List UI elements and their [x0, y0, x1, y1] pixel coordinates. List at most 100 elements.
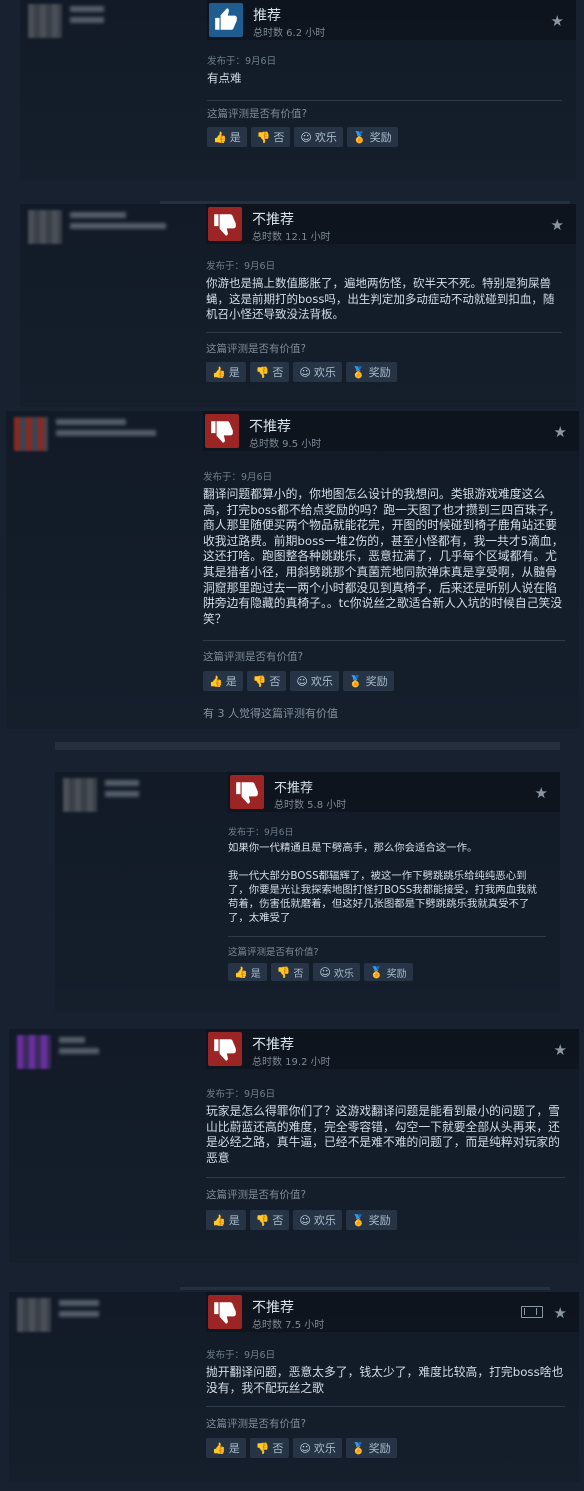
vote-no-button[interactable]: 👎 否 — [249, 1210, 290, 1230]
verdict-title: 不推荐 — [252, 1037, 294, 1053]
vote-no-button[interactable]: 👎 否 — [249, 362, 290, 382]
vote-yes-button[interactable]: 👍 是 — [228, 963, 267, 981]
posted-date: 发布于：9月6日 — [203, 472, 273, 483]
thumbs-up-icon: 👍 — [212, 1213, 226, 1227]
helpful-question: 这篇评测是否有价值? — [206, 343, 307, 355]
divider — [206, 1406, 565, 1407]
posted-date: 发布于：9月6日 — [206, 1350, 276, 1361]
star-icon[interactable]: ★ — [535, 784, 548, 802]
award-icon: 🏅 — [351, 1213, 366, 1227]
vote-no-button[interactable]: 👎 否 — [246, 671, 287, 691]
vote-funny-button[interactable]: ☺ 欢乐 — [293, 1438, 342, 1458]
vote-funny-button[interactable]: ☺ 欢乐 — [290, 671, 339, 691]
verdict-title: 不推荐 — [252, 1300, 294, 1316]
divider — [206, 1177, 565, 1178]
vote-buttons: 👍 是 👎 否 ☺ 欢乐 🏅 奖励 — [206, 362, 397, 382]
author-block[interactable] — [28, 4, 104, 38]
review-header: 不推荐 总时数 7.5 小时 ★ — [206, 1292, 579, 1332]
vote-buttons: 👍 是 👎 否 ☺ 欢乐 🏅 奖励 — [206, 1210, 397, 1230]
author-block[interactable] — [17, 1035, 99, 1069]
thumbs-down-icon: 👎 — [255, 1441, 270, 1455]
smile-icon: ☺ — [299, 1441, 311, 1455]
thumbs-down-icon — [208, 207, 242, 241]
vote-yes-button[interactable]: 👍 是 — [206, 1210, 246, 1230]
helpful-question: 这篇评测是否有价值? — [203, 651, 304, 663]
avatar[interactable] — [28, 4, 62, 38]
playtime: 总时数 5.8 小时 — [274, 800, 347, 811]
review-card: 不推荐 总时数 12.1 小时 ★ 发布于：9月6日 你游也是搞上数值膨胀了，遍… — [20, 204, 576, 407]
review-header: 推荐 总时数 6.2 小时 ★ — [207, 0, 576, 40]
review-content: 抛开翻译问题，恶意太多了，钱太少了，难度比较高，打完boss啥也没有，我不配玩丝… — [206, 1365, 564, 1395]
video-icon[interactable] — [521, 1306, 543, 1318]
verdict-title: 推荐 — [253, 8, 281, 24]
author-block[interactable] — [14, 417, 156, 451]
review-card: 不推荐 总时数 7.5 小时 ★ 发布于：9月6日 抛开翻译问题，恶意太多了，钱… — [9, 1292, 579, 1482]
star-icon[interactable]: ★ — [554, 423, 567, 441]
vote-yes-button[interactable]: 👍 是 — [206, 1438, 246, 1458]
posted-date: 发布于：9月6日 — [206, 261, 276, 272]
review-content: 翻译问题都算小的，你地图怎么设计的我想问。类银游戏难度这么高，打完boss都不给… — [203, 487, 564, 626]
separator — [180, 1287, 550, 1290]
smile-icon: ☺ — [296, 674, 308, 688]
playtime: 总时数 9.5 小时 — [249, 439, 322, 450]
award-button[interactable]: 🏅 奖励 — [345, 1210, 397, 1230]
vote-no-button[interactable]: 👎 否 — [270, 963, 310, 981]
vote-no-button[interactable]: 👎 否 — [249, 1438, 290, 1458]
review-content: 有点难 — [207, 71, 242, 85]
avatar[interactable] — [17, 1035, 51, 1069]
vote-yes-button[interactable]: 👍 是 — [207, 127, 247, 147]
verdict-title: 不推荐 — [249, 419, 291, 435]
review-header: 不推荐 总时数 12.1 小时 ★ — [206, 204, 576, 244]
helpful-question: 这篇评测是否有价值? — [207, 108, 308, 120]
smile-icon: ☺ — [300, 130, 312, 144]
award-button[interactable]: 🏅 奖励 — [346, 127, 398, 147]
award-button[interactable]: 🏅 奖励 — [345, 362, 397, 382]
avatar[interactable] — [17, 1298, 51, 1332]
review-header: 不推荐 总时数 9.5 小时 ★ — [203, 411, 579, 451]
thumbs-down-icon: 👎 — [276, 965, 291, 979]
playtime: 总时数 7.5 小时 — [252, 1320, 325, 1331]
helpful-question: 这篇评测是否有价值? — [206, 1418, 307, 1430]
author-block[interactable] — [63, 778, 139, 812]
review-content: 如果你一代精通且是下劈高手，那么你会适合这一作。 我一代大部分BOSS都辐辉了，… — [228, 842, 537, 924]
vote-funny-button[interactable]: ☺ 欢乐 — [293, 362, 342, 382]
playtime: 总时数 6.2 小时 — [253, 28, 326, 39]
award-button[interactable]: 🏅 奖励 — [345, 1438, 397, 1458]
star-icon[interactable]: ★ — [554, 1304, 567, 1322]
award-button[interactable]: 🏅 奖励 — [363, 963, 413, 981]
author-block[interactable] — [17, 1298, 99, 1332]
posted-date: 发布于：9月6日 — [206, 1089, 276, 1100]
vote-funny-button[interactable]: ☺ 欢乐 — [293, 1210, 342, 1230]
thumbs-down-icon: 👎 — [252, 674, 267, 688]
review-card: 不推荐 总时数 9.5 小时 ★ 发布于：9月6日 翻译问题都算小的，你地图怎么… — [6, 411, 579, 729]
smile-icon: ☺ — [299, 1213, 311, 1227]
thumbs-down-icon: 👎 — [255, 365, 270, 379]
divider — [228, 936, 546, 937]
thumbs-down-icon — [205, 414, 239, 448]
helpful-question: 这篇评测是否有价值? — [206, 1189, 307, 1201]
award-icon: 🏅 — [348, 674, 363, 688]
thumbs-down-icon: 👎 — [255, 1213, 270, 1227]
vote-buttons: 👍 是 👎 否 ☺ 欢乐 🏅 奖励 — [228, 963, 413, 981]
star-icon[interactable]: ★ — [551, 216, 564, 234]
award-button[interactable]: 🏅 奖励 — [342, 671, 394, 691]
divider — [206, 332, 562, 333]
vote-yes-button[interactable]: 👍 是 — [206, 362, 246, 382]
thumbs-up-icon: 👍 — [209, 674, 223, 688]
vote-no-button[interactable]: 👎 否 — [250, 127, 291, 147]
author-block[interactable] — [28, 210, 166, 244]
vote-funny-button[interactable]: ☺ 欢乐 — [313, 963, 360, 981]
avatar[interactable] — [14, 417, 48, 451]
thumbs-up-icon: 👍 — [212, 1441, 226, 1455]
vote-yes-button[interactable]: 👍 是 — [203, 671, 243, 691]
star-icon[interactable]: ★ — [551, 12, 564, 30]
avatar[interactable] — [63, 778, 97, 812]
thumbs-down-icon — [230, 775, 264, 809]
award-icon: 🏅 — [352, 130, 367, 144]
avatar[interactable] — [28, 210, 62, 244]
found-helpful-count: 有 3 人觉得这篇评测有价值 — [203, 707, 338, 720]
vote-funny-button[interactable]: ☺ 欢乐 — [294, 127, 343, 147]
star-icon[interactable]: ★ — [554, 1041, 567, 1059]
thumbs-down-icon — [208, 1032, 242, 1066]
thumbs-up-icon — [209, 3, 243, 37]
